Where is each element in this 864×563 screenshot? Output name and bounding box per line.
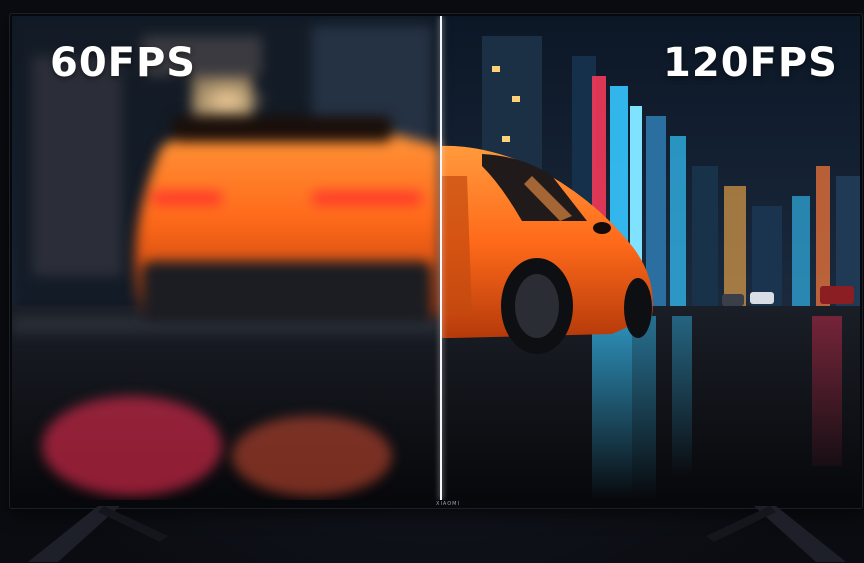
comparison-divider <box>440 16 442 500</box>
tv-screen: 60FPS 120FPS <box>12 16 860 500</box>
tv-display: 60FPS 120FPS XIAOMI <box>10 14 862 508</box>
tv-stand-foot-right <box>706 506 846 563</box>
fps-60-label: 60FPS <box>50 40 197 86</box>
brand-logo: XIAOMI <box>436 501 460 507</box>
race-car-scene <box>12 16 860 500</box>
fps-120-label: 120FPS <box>663 40 838 86</box>
tv-stand-foot-left <box>28 506 168 563</box>
sports-car-blurred <box>135 116 440 321</box>
product-scene: 60FPS 120FPS XIAOMI <box>0 0 864 563</box>
